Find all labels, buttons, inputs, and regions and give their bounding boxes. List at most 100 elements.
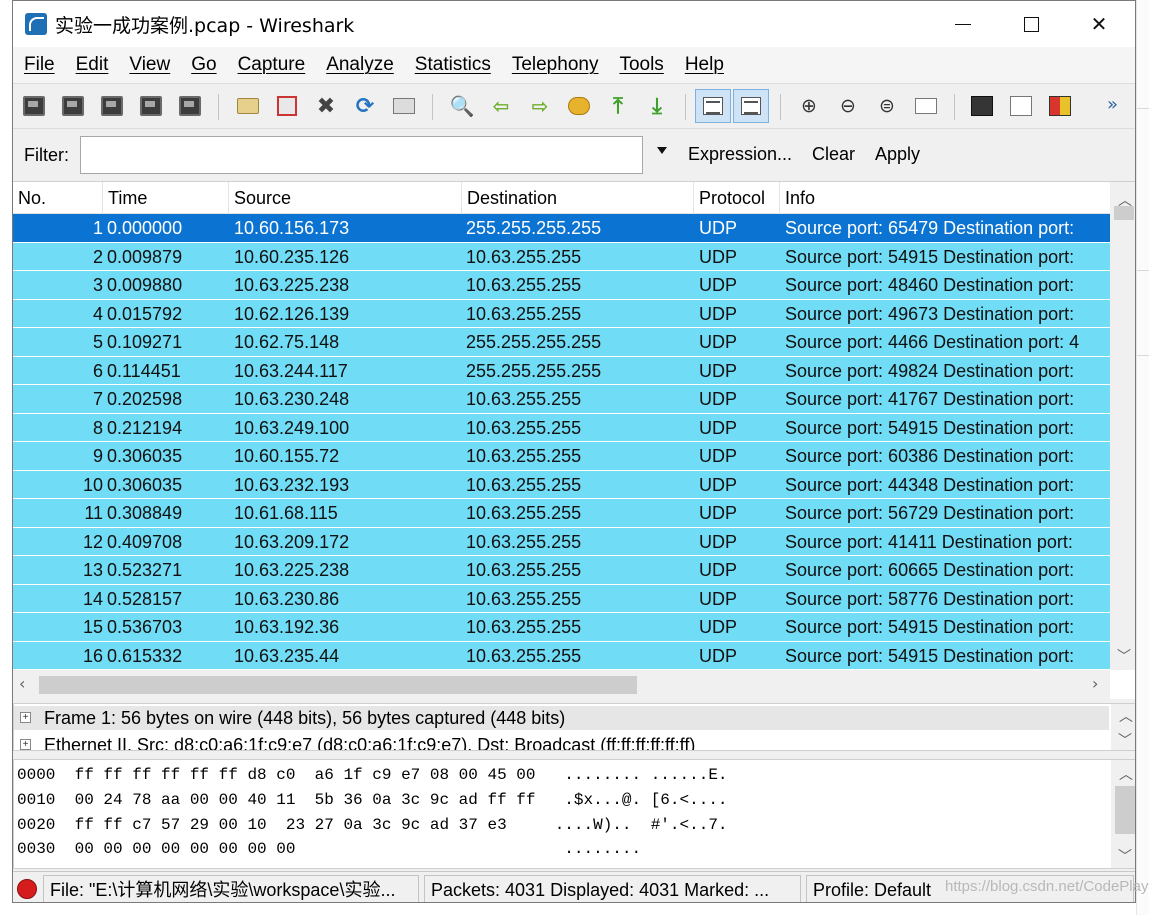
go-to-packet-button[interactable] [566,93,592,119]
restart-capture-button[interactable] [177,93,203,119]
capture-options-button[interactable] [60,93,86,119]
maximize-button[interactable] [997,1,1065,47]
coloring-rules-button[interactable] [1047,93,1073,119]
expert-info-led-icon[interactable] [17,879,37,899]
scroll-up-chevron-icon[interactable]: ︿ [1119,706,1133,726]
packet-row[interactable]: 11 0.308849 10.61.68.115 10.63.255.255 UDP So… [13,499,1110,528]
menu-statistics[interactable]: Statistics [415,54,491,76]
apply-button[interactable]: Apply [875,144,920,165]
bytes-vscrollbar[interactable]: ︿ ﹀ [1111,760,1135,868]
packet-no-cell: 13 [82,560,103,580]
open-file-button[interactable] [235,93,261,119]
reload-button[interactable]: ⟳ [352,93,378,119]
packet-row[interactable]: 14 0.528157 10.63.230.86 10.63.255.255 UDP So… [13,584,1110,613]
filter-dropdown-chevron-icon[interactable] [657,147,667,154]
packet-destination-cell: 255.255.255.255 [466,218,602,238]
last-packet-button[interactable]: ⤓ [644,93,670,119]
autoscroll-toggle-button[interactable] [733,89,769,123]
scrollbar-thumb[interactable] [1115,786,1135,834]
packet-list-hscrollbar[interactable]: ‹ › [13,670,1110,700]
scroll-down-chevron-icon[interactable]: ﹀ [1118,730,1132,750]
scroll-down-chevron-icon[interactable]: ﹀ [1118,846,1132,866]
stop-capture-button[interactable] [138,93,164,119]
scroll-left-chevron-icon[interactable]: ‹ [19,674,25,693]
print-button[interactable] [391,93,417,119]
close-file-button[interactable]: ✖ [313,93,339,119]
zoom-in-button[interactable]: ⊕ [796,93,822,119]
packet-time-cell: 0.114451 [107,360,181,381]
menu-edit[interactable]: Edit [76,54,109,76]
menu-capture[interactable]: Capture [238,54,306,76]
colorize-toggle-button[interactable] [695,89,731,123]
column-protocol[interactable]: Protocol [694,182,780,214]
menu-tools[interactable]: Tools [619,54,663,76]
close-button[interactable]: ✕ [1065,1,1133,47]
detail-row-ethernet[interactable]: + Ethernet II, Src: d8:c0:a6:1f:c9:e7 (d… [14,733,1109,750]
packet-protocol-cell: UDP [699,531,738,552]
scrollbar-thumb[interactable] [39,676,637,694]
arrow-right-icon: ⇨ [531,94,549,118]
packet-row[interactable]: 1 0.000000 10.60.156.173 255.255.255.255 UDP… [13,214,1110,243]
title-bar[interactable]: 实验一成功案例.pcap - Wireshark ✕ [13,1,1135,47]
packet-row[interactable]: 6 0.114451 10.63.244.117 255.255.255.255 UDP… [13,356,1110,385]
menu-telephony[interactable]: Telephony [512,54,599,76]
capture-filters-button[interactable] [969,93,995,119]
packet-row[interactable]: 10 0.306035 10.63.232.193 10.63.255.255 UDP S… [13,470,1110,499]
column-destination[interactable]: Destination [462,182,694,214]
interfaces-button[interactable] [21,93,47,119]
resize-columns-button[interactable] [913,93,939,119]
go-back-button[interactable]: ⇦ [488,93,514,119]
packet-row[interactable]: 16 0.615332 10.63.235.44 10.63.255.255 UDP So… [13,641,1110,670]
goto-packet-icon [568,97,590,115]
column-info[interactable]: Info [780,182,1110,214]
menu-view[interactable]: View [129,54,170,76]
packet-info-cell: Source port: 49824 Destination port: [785,360,1075,381]
filter-input[interactable] [80,136,643,174]
start-capture-button[interactable] [99,93,125,119]
packet-row[interactable]: 15 0.536703 10.63.192.36 10.63.255.255 UDP So… [13,613,1110,642]
menu-go[interactable]: Go [191,54,216,76]
details-vscrollbar[interactable]: ︿ ﹀ [1111,704,1135,750]
packet-row[interactable]: 3 0.009880 10.63.225.238 10.63.255.255 UDP So… [13,271,1110,300]
minimize-button[interactable] [929,1,997,47]
packet-row[interactable]: 7 0.202598 10.63.230.248 10.63.255.255 UDP So… [13,385,1110,414]
clear-button[interactable]: Clear [812,144,855,165]
packet-row[interactable]: 2 0.009879 10.60.235.126 10.63.255.255 UDP So… [13,242,1110,271]
packet-protocol-cell: UDP [699,617,738,637]
scroll-up-chevron-icon[interactable]: ︿ [1119,764,1133,784]
menu-file[interactable]: File [24,54,55,76]
display-filters-button[interactable] [1008,93,1034,119]
go-forward-button[interactable]: ⇨ [527,93,553,119]
packet-row[interactable]: 9 0.306035 10.60.155.72 10.63.255.255 UDP Sou… [13,442,1110,471]
menu-help[interactable]: Help [685,54,724,76]
packet-row[interactable]: 12 0.409708 10.63.209.172 10.63.255.255 UDP S… [13,527,1110,556]
packet-protocol-cell: UDP [699,645,738,666]
expand-plus-icon[interactable]: + [20,712,31,723]
expand-plus-icon[interactable]: + [20,739,31,750]
packet-protocol-cell: UDP [699,303,738,324]
packet-row[interactable]: 4 0.015792 10.62.126.139 10.63.255.255 UDP So… [13,299,1110,328]
column-source[interactable]: Source [229,182,462,214]
save-file-button[interactable] [274,93,300,119]
zoom-normal-button[interactable]: ⊜ [874,93,900,119]
packet-row[interactable]: 5 0.109271 10.62.75.148 255.255.255.255 UDP S… [13,328,1110,357]
column-no[interactable]: No. [13,182,103,214]
toolbar-overflow-chevron-icon[interactable]: » [1107,94,1118,115]
maximize-icon [1023,16,1039,32]
scrollbar-thumb[interactable] [1114,206,1134,220]
zoom-out-button[interactable]: ⊖ [835,93,861,119]
column-time[interactable]: Time [103,182,229,214]
packet-row[interactable]: 13 0.523271 10.63.225.238 10.63.255.255 UDP S… [13,556,1110,585]
expression-button[interactable]: Expression... [688,144,792,165]
packet-list-vscrollbar[interactable]: ︿ ﹀ [1110,182,1135,670]
detail-row-frame[interactable]: + Frame 1: 56 bytes on wire (448 bits), … [14,706,1109,730]
packet-row[interactable]: 8 0.212194 10.63.249.100 10.63.255.255 UDP So… [13,413,1110,442]
packet-no-cell: 1 [92,218,103,238]
menu-analyze[interactable]: Analyze [326,54,394,76]
scroll-down-chevron-icon[interactable]: ﹀ [1117,646,1131,666]
packet-source-cell: 10.60.156.173 [234,218,350,238]
first-packet-button[interactable]: ⤒ [605,93,631,119]
scroll-right-chevron-icon[interactable]: › [1092,674,1098,693]
resize-columns-icon [915,98,937,114]
find-packet-button[interactable]: 🔍 [449,93,475,119]
